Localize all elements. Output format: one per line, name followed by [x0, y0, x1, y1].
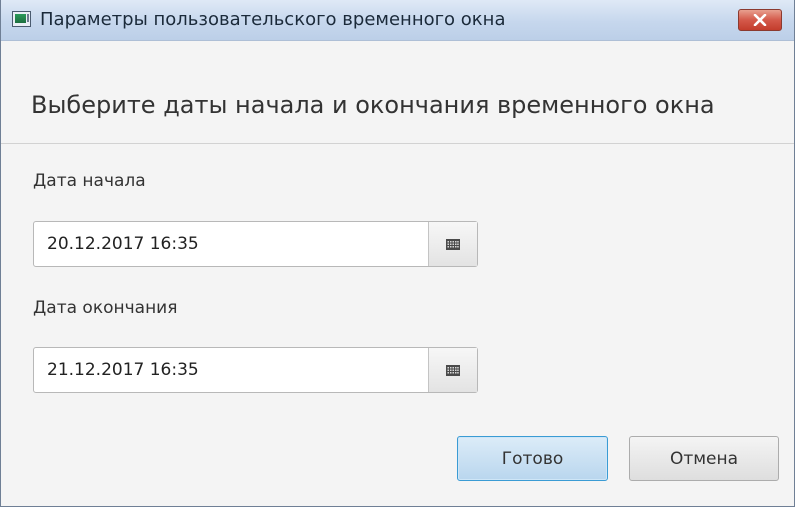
end-date-label: Дата окончания: [33, 298, 178, 318]
calendar-icon: [446, 364, 460, 376]
close-button[interactable]: [738, 9, 782, 31]
start-date-input[interactable]: [34, 222, 427, 266]
app-window-icon: [12, 11, 31, 27]
ok-button[interactable]: Готово: [457, 436, 608, 481]
dialog-window: Параметры пользовательского временного о…: [0, 0, 795, 507]
end-calendar-button[interactable]: [428, 348, 477, 392]
title-bar[interactable]: Параметры пользовательского временного о…: [1, 0, 794, 41]
end-date-input[interactable]: [34, 348, 427, 392]
end-date-picker: [33, 347, 478, 393]
close-x-icon: [753, 14, 767, 26]
start-date-label: Дата начала: [33, 171, 146, 191]
window-title: Параметры пользовательского временного о…: [40, 9, 506, 30]
cancel-button[interactable]: Отмена: [629, 436, 779, 481]
start-calendar-button[interactable]: [428, 222, 477, 266]
header-text: Выберите даты начала и окончания временн…: [31, 91, 715, 119]
calendar-icon: [446, 238, 460, 250]
start-date-picker: [33, 221, 478, 267]
dialog-header: Выберите даты начала и окончания временн…: [1, 41, 794, 144]
